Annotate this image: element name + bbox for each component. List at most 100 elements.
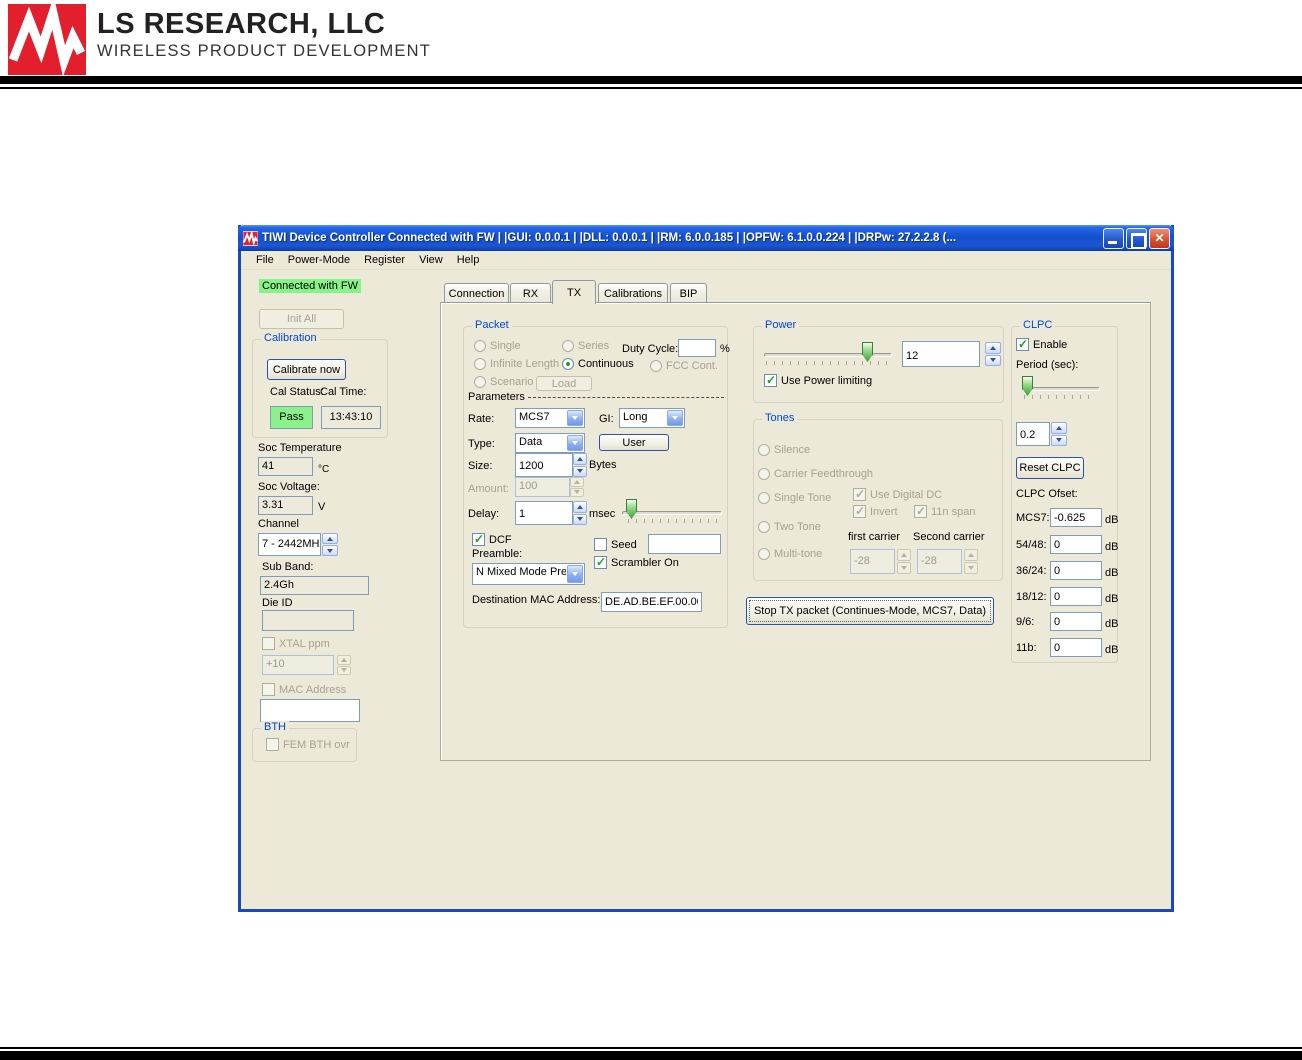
- menu-help[interactable]: Help: [450, 253, 487, 267]
- dropdown-arrow-icon[interactable]: [567, 565, 583, 583]
- checkbox-box[interactable]: [594, 555, 607, 569]
- channel-spinner[interactable]: [322, 533, 338, 556]
- up-arrow-icon[interactable]: [322, 533, 338, 544]
- fcc-cont-radio[interactable]: FCC Cont.: [650, 360, 718, 372]
- checkbox-box[interactable]: [764, 373, 777, 387]
- radio-circle[interactable]: [474, 358, 486, 370]
- tab-connection[interactable]: Connection: [444, 283, 509, 303]
- checkbox-box[interactable]: [914, 504, 927, 518]
- menu-power-mode[interactable]: Power-Mode: [281, 253, 357, 267]
- radio-circle[interactable]: [562, 358, 574, 370]
- multi-tone-radio[interactable]: Multi-tone: [758, 548, 822, 560]
- up-arrow-icon[interactable]: [573, 501, 587, 513]
- radio-circle[interactable]: [562, 340, 574, 352]
- delay-spinner[interactable]: [573, 501, 587, 525]
- seed-checkbox[interactable]: Seed: [594, 538, 637, 551]
- tab-calibrations[interactable]: Calibrations: [598, 283, 668, 303]
- up-arrow-icon[interactable]: [573, 453, 587, 465]
- carrier-feedthrough-radio[interactable]: Carrier Feedthrough: [758, 468, 873, 480]
- checkbox-box[interactable]: [262, 683, 275, 696]
- checkbox-box[interactable]: [853, 504, 866, 518]
- seed-input[interactable]: [648, 534, 721, 554]
- checkbox-box[interactable]: [262, 637, 275, 650]
- clpc-row-input[interactable]: [1050, 587, 1102, 606]
- tab-bip[interactable]: BIP: [670, 283, 707, 303]
- clpc-row-input[interactable]: [1050, 535, 1102, 554]
- checkbox-box[interactable]: [594, 538, 607, 551]
- radio-circle[interactable]: [758, 468, 770, 480]
- user-button[interactable]: User: [599, 434, 669, 451]
- dropdown-arrow-icon[interactable]: [667, 410, 683, 426]
- down-arrow-icon[interactable]: [573, 513, 587, 525]
- infinite-length-radio[interactable]: Infinite Length: [474, 358, 559, 370]
- down-arrow-icon[interactable]: [985, 354, 1001, 366]
- minimize-button[interactable]: [1103, 227, 1124, 249]
- period-slider-thumb[interactable]: [1022, 376, 1033, 396]
- power-spinner[interactable]: [985, 342, 1001, 366]
- continuous-radio[interactable]: Continuous: [562, 358, 634, 370]
- single-radio[interactable]: Single: [474, 340, 521, 352]
- window-titlebar[interactable]: TIWI Device Controller Connected with FW…: [238, 225, 1174, 251]
- dest-mac-input[interactable]: [601, 592, 702, 612]
- checkbox-box[interactable]: [853, 487, 866, 501]
- series-radio[interactable]: Series: [562, 340, 609, 352]
- span-11n-checkbox[interactable]: 11n span: [914, 504, 975, 518]
- tab-tx[interactable]: TX: [552, 280, 596, 304]
- radio-circle[interactable]: [758, 492, 770, 504]
- fem-bth-ovr-checkbox[interactable]: FEM BTH ovr: [266, 738, 350, 751]
- menu-file[interactable]: File: [249, 253, 281, 267]
- radio-circle[interactable]: [758, 548, 770, 560]
- rate-combobox[interactable]: MCS7: [515, 408, 585, 428]
- down-arrow-icon[interactable]: [1051, 434, 1067, 446]
- mac-address-input[interactable]: [260, 699, 360, 722]
- invert-checkbox[interactable]: Invert: [853, 504, 898, 518]
- maximize-button[interactable]: [1126, 227, 1147, 249]
- down-arrow-icon[interactable]: [322, 545, 338, 556]
- period-input[interactable]: [1016, 422, 1050, 446]
- delay-slider-track[interactable]: [622, 511, 722, 515]
- checkbox-box[interactable]: [472, 532, 485, 546]
- dropdown-arrow-icon[interactable]: [567, 435, 583, 451]
- radio-circle[interactable]: [758, 444, 770, 456]
- calibrate-now-button[interactable]: Calibrate now: [267, 359, 346, 380]
- use-digital-dc-checkbox[interactable]: Use Digital DC: [853, 487, 942, 501]
- scrambler-on-checkbox[interactable]: Scrambler On: [594, 555, 679, 569]
- close-button[interactable]: [1149, 227, 1170, 249]
- mac-address-checkbox[interactable]: MAC Address: [262, 683, 346, 696]
- radio-circle[interactable]: [650, 360, 662, 372]
- up-arrow-icon[interactable]: [985, 342, 1001, 354]
- clpc-row-input[interactable]: [1050, 561, 1102, 580]
- delay-slider-thumb[interactable]: [626, 499, 637, 519]
- menu-register[interactable]: Register: [357, 253, 412, 267]
- reset-clpc-button[interactable]: Reset CLPC: [1016, 457, 1084, 479]
- delay-input[interactable]: [515, 501, 573, 525]
- use-power-limiting-checkbox[interactable]: Use Power limiting: [764, 373, 872, 387]
- load-button[interactable]: Load: [536, 376, 592, 391]
- xtal-ppm-checkbox[interactable]: XTAL ppm: [262, 637, 330, 650]
- checkbox-box[interactable]: [266, 738, 279, 751]
- clpc-enable-checkbox[interactable]: Enable: [1016, 337, 1067, 351]
- period-slider-track[interactable]: [1022, 387, 1100, 391]
- duty-cycle-input[interactable]: [678, 339, 716, 357]
- single-tone-radio[interactable]: Single Tone: [758, 492, 831, 504]
- checkbox-box[interactable]: [1016, 337, 1029, 351]
- dropdown-arrow-icon[interactable]: [567, 410, 583, 426]
- power-slider-thumb[interactable]: [862, 342, 873, 362]
- clpc-row-input[interactable]: [1050, 612, 1102, 631]
- clpc-row-input[interactable]: [1050, 638, 1102, 657]
- tab-rx[interactable]: RX: [510, 283, 551, 303]
- init-all-button[interactable]: Init All: [259, 309, 344, 329]
- two-tone-radio[interactable]: Two Tone: [758, 521, 821, 533]
- gi-combobox[interactable]: Long: [619, 408, 685, 428]
- dcf-checkbox[interactable]: DCF: [472, 532, 512, 546]
- size-input[interactable]: [515, 453, 573, 477]
- clpc-row-input[interactable]: [1050, 508, 1102, 527]
- scenario-radio[interactable]: Scenario: [474, 376, 533, 388]
- radio-circle[interactable]: [474, 340, 486, 352]
- stop-tx-packet-button[interactable]: Stop TX packet (Continues-Mode, MCS7, Da…: [746, 597, 994, 625]
- channel-value[interactable]: 7 - 2442MHz: [258, 533, 321, 556]
- menu-view[interactable]: View: [412, 253, 450, 267]
- period-spinner[interactable]: [1051, 422, 1067, 446]
- down-arrow-icon[interactable]: [573, 465, 587, 477]
- up-arrow-icon[interactable]: [1051, 422, 1067, 434]
